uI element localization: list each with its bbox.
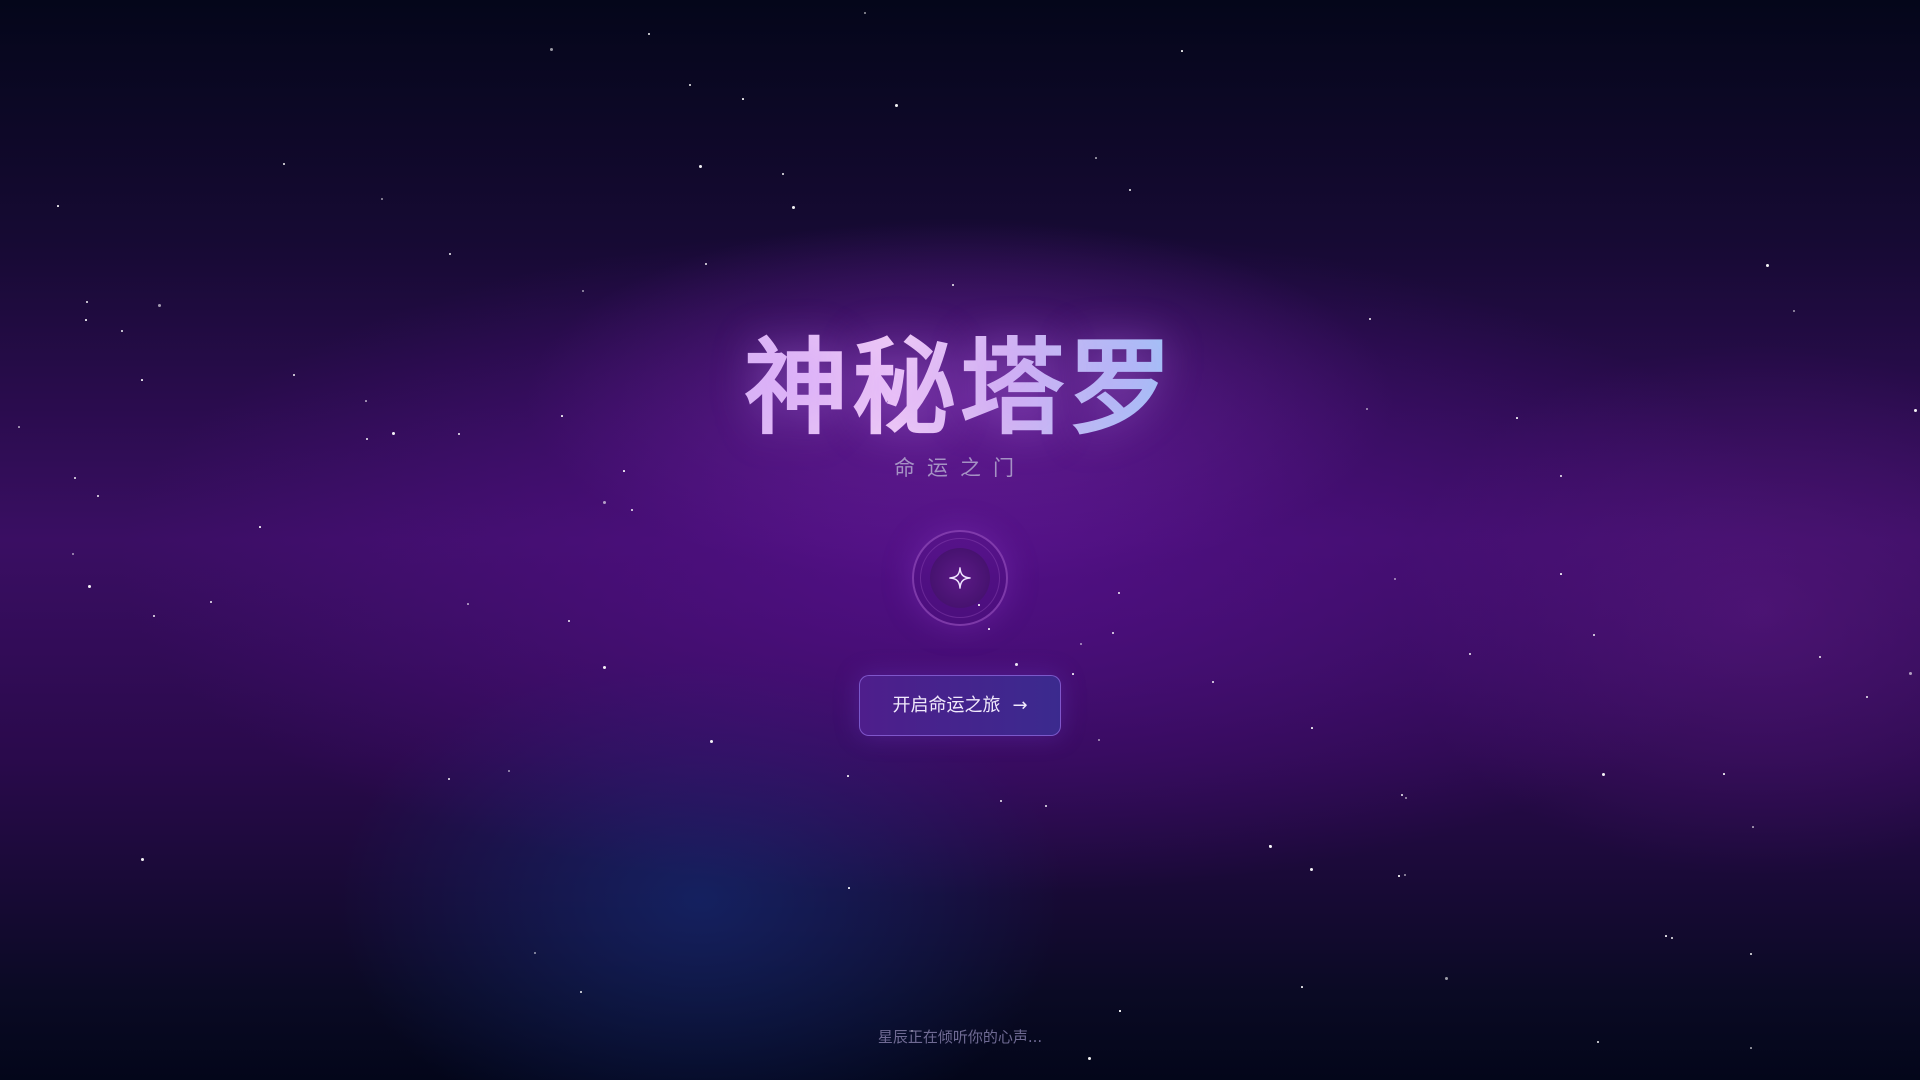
- footer-message: 星辰正在倾听你的心声...: [877, 1028, 1043, 1046]
- start-journey-button[interactable]: 开启命运之旅 →: [859, 675, 1061, 736]
- page-subtitle: 命运之门: [894, 456, 1026, 480]
- start-journey-label: 开启命运之旅: [892, 694, 1001, 716]
- landing-hero: 神秘塔罗 命运之门 开启命运之旅 → 星辰正在倾听你的心声...: [0, 0, 1920, 1080]
- arrow-right-icon: →: [1012, 694, 1028, 716]
- page-title-text: 神秘塔罗: [743, 327, 1176, 449]
- emblem-core: [930, 548, 990, 608]
- sparkle-icon: [949, 567, 971, 589]
- mystic-emblem: [912, 530, 1008, 626]
- page-title: 神秘塔罗: [0, 322, 1920, 454]
